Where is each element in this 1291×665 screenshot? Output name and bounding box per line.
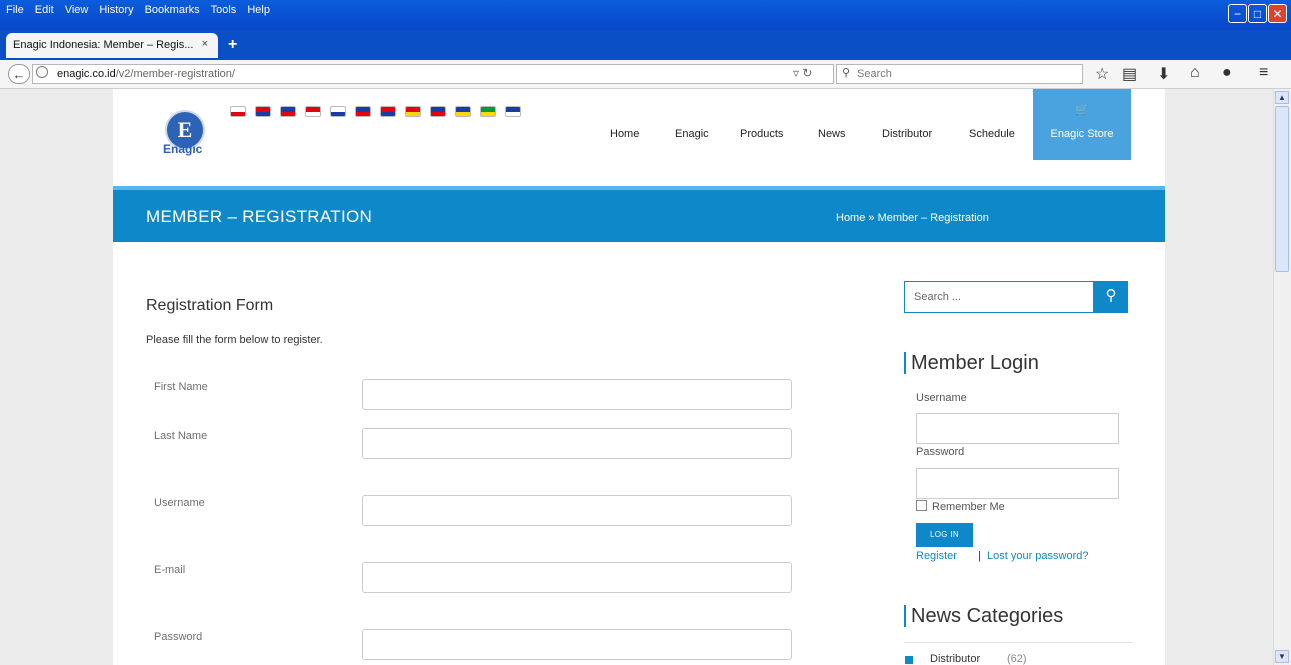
close-window-button[interactable]: ✕ (1268, 4, 1287, 23)
reload-icon[interactable]: ▿ ↻ (793, 66, 812, 80)
home-icon[interactable]: ⌂ (1190, 64, 1200, 82)
first-name-input[interactable] (362, 379, 792, 410)
nav-enagic[interactable]: Enagic (675, 128, 709, 140)
flag-japan-icon[interactable] (230, 106, 246, 117)
widget-marker (904, 352, 906, 374)
flag-malaysia-icon[interactable] (380, 106, 396, 117)
logo-text: Enagic (163, 142, 203, 156)
menu-icon[interactable]: ≡ (1259, 64, 1268, 82)
email-label: E-mail (154, 564, 186, 576)
flag-brazil-icon[interactable] (480, 106, 496, 117)
widget-marker (904, 605, 906, 627)
menu-tools[interactable]: Tools (211, 4, 237, 16)
minimize-button[interactable]: − (1228, 4, 1247, 23)
enagic-store-button[interactable]: 🛒 Enagic Store (1033, 89, 1131, 160)
member-login-title: Member Login (911, 352, 1039, 374)
breadcrumb[interactable]: Home » Member – Registration (836, 212, 989, 224)
login-password-input[interactable] (916, 468, 1119, 499)
menu-history[interactable]: History (99, 4, 133, 16)
flag-taiwan-icon[interactable] (255, 106, 271, 117)
menu-file[interactable]: File (6, 4, 24, 16)
nav-distributor[interactable]: Distributor (882, 128, 932, 140)
page-title: MEMBER – REGISTRATION (146, 207, 373, 226)
search-icon[interactable]: ⚲ (1094, 281, 1128, 313)
nav-schedule[interactable]: Schedule (969, 128, 1015, 140)
login-password-label: Password (916, 446, 965, 458)
browser-tab[interactable]: Enagic Indonesia: Member – Regis... × (6, 33, 218, 58)
last-name-input[interactable] (362, 428, 792, 459)
remember-me-label: Remember Me (932, 501, 1005, 513)
search-icon: ⚲ (842, 67, 851, 79)
restore-button[interactable]: □ (1248, 4, 1267, 23)
login-username-input[interactable] (916, 413, 1119, 444)
category-bullet-icon (905, 656, 913, 664)
flag-usa-icon[interactable] (430, 106, 446, 117)
email-input[interactable] (362, 562, 792, 593)
tab-close-icon[interactable]: × (202, 38, 208, 50)
nav-news[interactable]: News (818, 128, 846, 140)
cart-icon: 🛒 (1075, 104, 1089, 116)
news-divider (904, 642, 1132, 643)
login-button[interactable]: LOG IN (916, 523, 973, 547)
globe-icon (36, 66, 48, 78)
store-label: Enagic Store (1050, 128, 1114, 140)
reading-list-icon[interactable]: ▤ (1122, 64, 1137, 84)
news-category-count: (62) (1007, 653, 1027, 665)
chat-icon[interactable]: ● (1222, 64, 1232, 82)
download-icon[interactable]: ⬇ (1157, 64, 1170, 84)
menu-view[interactable]: View (65, 4, 89, 16)
flag-australia-icon[interactable] (505, 106, 521, 117)
flag-korea-icon[interactable] (330, 106, 346, 117)
flag-singapore-icon[interactable] (305, 106, 321, 117)
url-path: /v2/member-registration/ (115, 68, 235, 80)
news-category-distributor[interactable]: Distributor (930, 653, 980, 665)
sidebar-search-input[interactable]: Search ... (904, 281, 1094, 313)
username-input[interactable] (362, 495, 792, 526)
login-username-label: Username (916, 392, 967, 404)
first-name-label: First Name (154, 381, 208, 393)
last-name-label: Last Name (154, 430, 208, 442)
username-label: Username (154, 497, 205, 509)
news-categories-title: News Categories (911, 605, 1064, 627)
url-bar[interactable]: enagic.co.id/v2/member-registration/ (32, 64, 834, 84)
form-subtitle: Please fill the form below to register. (146, 334, 323, 346)
new-tab-button[interactable]: + (228, 36, 237, 54)
remember-me-checkbox[interactable] (916, 500, 927, 511)
menu-bookmarks[interactable]: Bookmarks (145, 4, 200, 16)
link-separator: | (978, 550, 981, 562)
menu-help[interactable]: Help (247, 4, 270, 16)
scroll-thumb[interactable] (1275, 106, 1289, 272)
lost-password-link[interactable]: Lost your password? (987, 550, 1089, 562)
flag-philippines-icon[interactable] (280, 106, 296, 117)
menu-edit[interactable]: Edit (35, 4, 54, 16)
password-input[interactable] (362, 629, 792, 660)
password-label: Password (154, 631, 203, 643)
form-title: Registration Form (146, 297, 274, 314)
browser-search-input[interactable]: Search (836, 64, 1083, 84)
nav-home[interactable]: Home (610, 128, 639, 140)
flag-vietnam-icon[interactable] (405, 106, 421, 117)
tab-title: Enagic Indonesia: Member – Regis... (13, 39, 194, 51)
url-domain: enagic.co.id (57, 68, 116, 80)
menu-bar: File Edit View History Bookmarks Tools Help (6, 4, 281, 20)
flag-eu-icon[interactable] (455, 106, 471, 117)
scroll-down-icon[interactable]: ▼ (1275, 650, 1289, 663)
register-link[interactable]: Register (916, 550, 957, 562)
star-icon[interactable]: ☆ (1095, 64, 1109, 84)
scroll-up-icon[interactable]: ▲ (1275, 91, 1289, 104)
back-icon[interactable]: ← (8, 64, 30, 84)
nav-products[interactable]: Products (740, 128, 783, 140)
flag-thailand-icon[interactable] (355, 106, 371, 117)
